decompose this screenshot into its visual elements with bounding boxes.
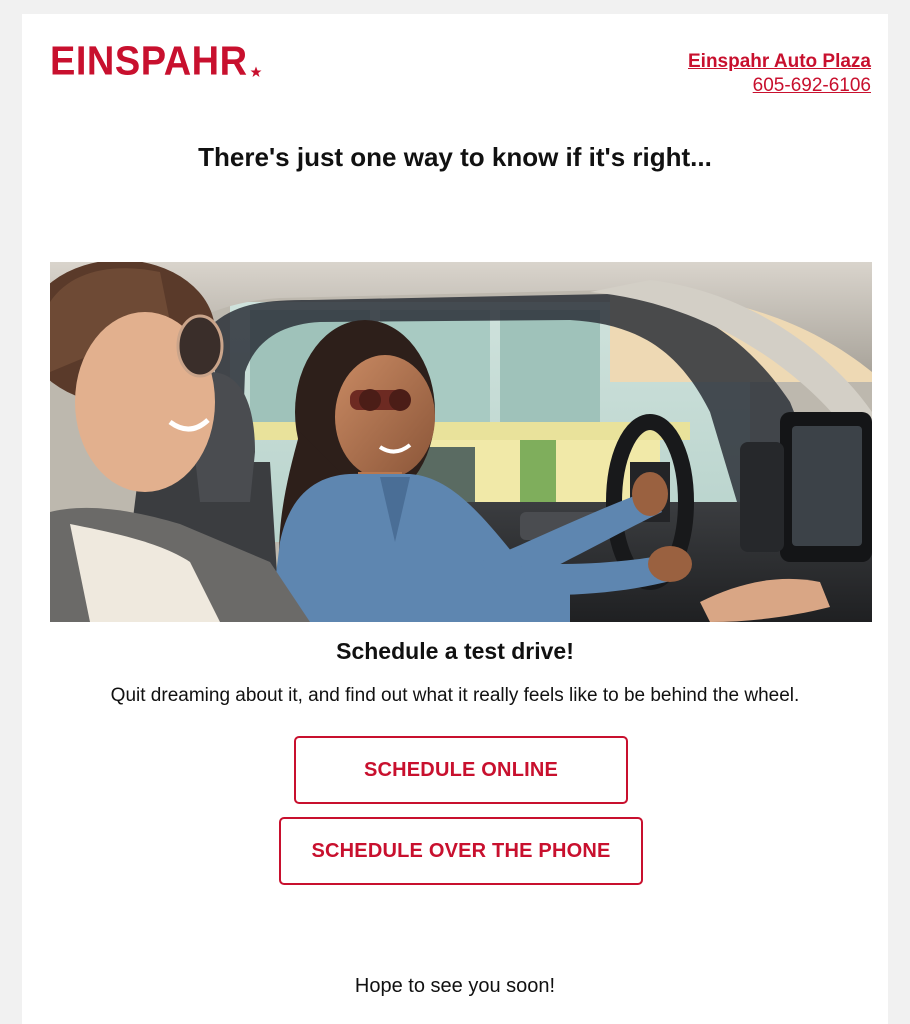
hero-image[interactable] <box>50 262 872 622</box>
einspahr-logo[interactable]: EINSPAHR <box>50 38 262 85</box>
email-body: EINSPAHR Einspahr Auto Plaza 605-692-610… <box>22 14 888 1024</box>
dealer-contact: Einspahr Auto Plaza 605-692-6106 <box>688 50 871 98</box>
star-icon <box>250 66 262 77</box>
logo-text: EINSPAHR <box>50 38 248 85</box>
schedule-phone-button[interactable]: SCHEDULE OVER THE PHONE <box>279 817 643 885</box>
photo-women-driving-car-icon <box>50 262 872 622</box>
dealer-name-link[interactable]: Einspahr Auto Plaza <box>688 50 871 74</box>
section-body: Quit dreaming about it, and find out wha… <box>110 685 800 706</box>
closing-text: Hope to see you soon! <box>354 975 556 997</box>
dealer-phone-link[interactable]: 605-692-6106 <box>688 74 871 98</box>
schedule-online-button[interactable]: SCHEDULE ONLINE <box>294 736 628 804</box>
headline: There's just one way to know if it's rig… <box>198 142 712 172</box>
section-title: Schedule a test drive! <box>336 638 574 664</box>
